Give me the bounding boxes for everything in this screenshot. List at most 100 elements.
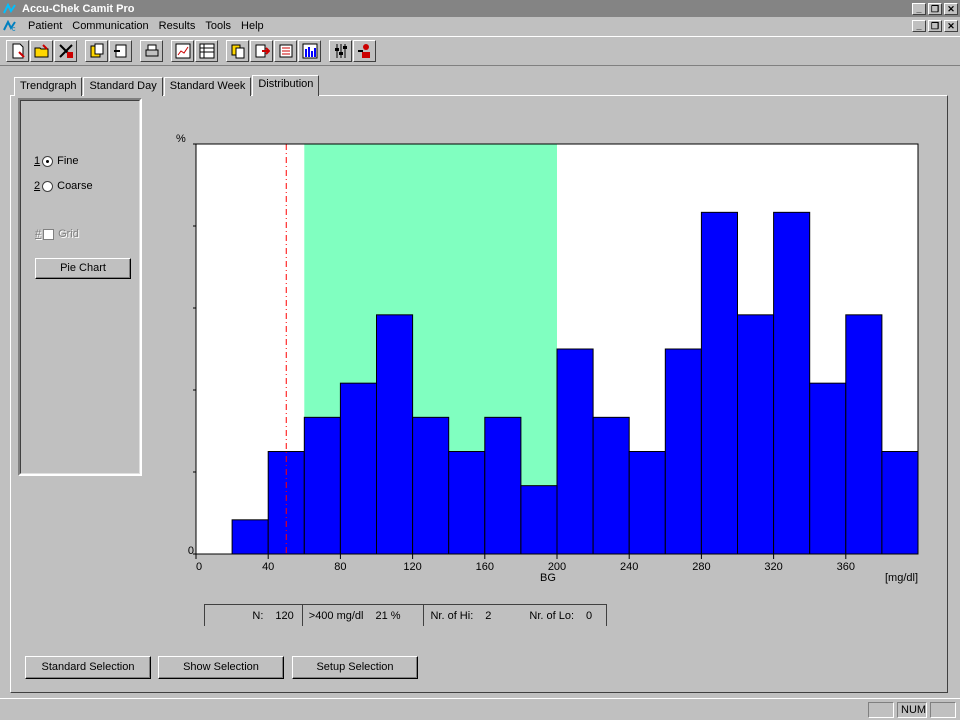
printer-icon	[145, 44, 158, 57]
lo-label: Nr. of Lo:	[529, 609, 575, 622]
table-icon	[199, 43, 214, 59]
coarse-shortcut: 2	[34, 180, 41, 192]
histogram-bar	[737, 314, 775, 555]
import-icon	[90, 43, 103, 58]
toolbar	[0, 36, 960, 66]
lo-value: 0	[586, 609, 593, 622]
coarse-radio[interactable]	[42, 180, 54, 192]
histogram-bar	[881, 451, 919, 555]
above-400-label: >400 mg/dl	[308, 609, 364, 622]
sliders-icon	[334, 44, 347, 58]
menu-communication[interactable]: Communication	[67, 20, 153, 32]
tab-standard-week[interactable]: Standard Week	[163, 77, 252, 96]
histogram-bar	[520, 485, 558, 555]
menu-help[interactable]: Help	[236, 20, 269, 32]
status-cell-empty	[868, 701, 894, 718]
restore-button[interactable]: ❐	[928, 2, 942, 15]
tab-standard-day[interactable]: Standard Day	[83, 77, 163, 96]
new-document-icon	[12, 43, 25, 59]
grid-label: Grid	[58, 228, 79, 240]
report-icon	[231, 44, 244, 59]
grid-shortcut: #	[35, 228, 42, 240]
n-label: N:	[252, 609, 264, 622]
close-button[interactable]: ✕	[944, 2, 958, 15]
minimize-button[interactable]: _	[912, 2, 926, 15]
report-button[interactable]	[226, 40, 249, 62]
list-button[interactable]	[274, 40, 297, 62]
histogram-bar	[412, 416, 450, 555]
hi-value: 2	[485, 609, 492, 622]
y-axis-unit-label: %	[176, 133, 186, 145]
x-tick-label: 240	[620, 561, 638, 573]
bar-chart-icon	[302, 43, 317, 59]
x-tick-label: 160	[476, 561, 494, 573]
status-bar: NUM	[0, 698, 960, 720]
patient-info-button[interactable]	[353, 40, 376, 62]
open-patient-button[interactable]	[30, 40, 53, 62]
y-zero-label: 0	[188, 545, 194, 557]
x-tick-label: 320	[764, 561, 782, 573]
doc-close-button[interactable]: ✕	[944, 20, 958, 32]
doc-restore-button[interactable]: ❐	[928, 20, 942, 32]
hi-label: Nr. of Hi:	[430, 609, 474, 622]
tab-distribution[interactable]: Distribution	[252, 75, 320, 96]
setup-selection-button[interactable]: Setup Selection	[292, 656, 418, 679]
title-bar: Accu-Chek Camit Pro _ ❐ ✕	[0, 0, 960, 17]
document-icon[interactable]: c	[3, 19, 19, 33]
person-icon	[357, 44, 370, 58]
menu-bar: c Patient Communication Results Tools He…	[0, 17, 960, 35]
transfer-button[interactable]	[109, 40, 132, 62]
x-tick-label: 80	[334, 561, 346, 573]
x-tick-label: 360	[837, 561, 855, 573]
histogram-bar	[809, 382, 847, 555]
histogram-bar	[484, 416, 522, 555]
tab-trendgraph[interactable]: Trendgraph	[14, 77, 83, 96]
x-tick-label: 0	[196, 561, 202, 573]
line-chart-icon	[175, 43, 190, 59]
grid-checkbox	[43, 228, 55, 240]
histogram-button[interactable]	[298, 40, 321, 62]
doc-minimize-button[interactable]: _	[912, 20, 926, 32]
histogram-bar	[339, 382, 377, 555]
show-selection-button[interactable]: Show Selection	[158, 656, 284, 679]
menu-results[interactable]: Results	[154, 20, 201, 32]
export-button[interactable]	[250, 40, 273, 62]
menu-tools[interactable]: Tools	[200, 20, 236, 32]
svg-text:c: c	[12, 26, 16, 32]
table-button[interactable]	[195, 40, 218, 62]
histogram-bar	[773, 211, 811, 555]
menu-patient[interactable]: Patient	[23, 20, 67, 32]
window-title: Accu-Chek Camit Pro	[22, 2, 135, 15]
histogram-bar	[376, 314, 414, 555]
coarse-option[interactable]: 2 Coarse	[34, 180, 93, 192]
trend-graph-button[interactable]	[171, 40, 194, 62]
import-button[interactable]	[85, 40, 108, 62]
x-tick-label: 40	[262, 561, 274, 573]
new-patient-button[interactable]	[6, 40, 29, 62]
histogram-bar	[700, 211, 739, 555]
settings-button[interactable]	[329, 40, 352, 62]
x-axis-unit: [mg/dl]	[885, 572, 918, 584]
open-folder-icon	[34, 44, 48, 58]
print-button[interactable]	[140, 40, 163, 62]
coarse-label: Coarse	[57, 180, 93, 192]
histogram-bar	[845, 314, 883, 555]
num-lock-indicator: NUM	[897, 701, 927, 718]
histogram-bar	[592, 416, 630, 555]
pie-chart-button[interactable]: Pie Chart	[35, 258, 131, 279]
histogram-svg: 0 40 80 120 160 200 240 280 320 360%0BG [mg/dl]	[176, 133, 919, 584]
fine-radio[interactable]	[42, 155, 54, 167]
x-axis-label: BG	[540, 572, 556, 584]
fine-option[interactable]: 1 Fine	[34, 155, 79, 167]
export-icon	[255, 44, 270, 58]
fine-label: Fine	[57, 155, 79, 167]
above-400-value: 21 %	[375, 609, 401, 622]
histogram-bar	[556, 348, 594, 555]
delete-patient-button[interactable]	[54, 40, 77, 62]
histogram-bar	[664, 348, 702, 555]
status-cell-empty-2	[930, 701, 956, 718]
distribution-chart: 0 40 80 120 160 200 240 280 320 360% 0 BG [mg/dl]	[160, 128, 940, 588]
standard-selection-button[interactable]: Standard Selection	[25, 656, 151, 679]
histogram-bar	[231, 519, 269, 555]
stats-bar: N: 120 >400 mg/dl 21 % Nr. of Hi: 2 Nr. …	[204, 604, 607, 626]
